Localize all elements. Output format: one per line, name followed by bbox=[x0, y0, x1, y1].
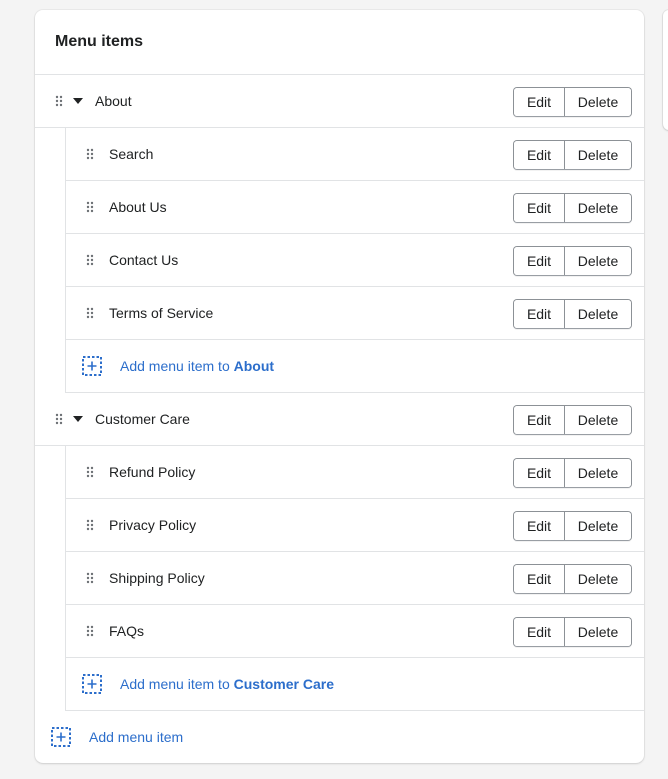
add-submenu-item-row[interactable]: Add menu item to About bbox=[66, 340, 644, 393]
card-header: Menu items bbox=[35, 10, 644, 75]
delete-button[interactable]: Delete bbox=[564, 406, 631, 434]
menu-item-label: Privacy Policy bbox=[109, 517, 197, 533]
delete-button[interactable]: Delete bbox=[564, 618, 631, 646]
submenu-item-row[interactable]: FAQs Edit Delete bbox=[66, 605, 644, 658]
submenu-item-row[interactable]: Contact Us Edit Delete bbox=[66, 234, 644, 287]
menu-item-label: Shipping Policy bbox=[109, 570, 205, 586]
edit-button[interactable]: Edit bbox=[514, 618, 564, 646]
add-submenu-item-row[interactable]: Add menu item to Customer Care bbox=[66, 658, 644, 711]
menu-group: Customer Care Edit Delete Refund Policy … bbox=[35, 393, 644, 711]
row-actions: Edit Delete bbox=[513, 246, 632, 276]
menu-item-label: FAQs bbox=[109, 623, 145, 639]
row-actions: Edit Delete bbox=[513, 299, 632, 329]
edit-button[interactable]: Edit bbox=[514, 88, 564, 116]
caret-down-icon[interactable] bbox=[69, 416, 87, 422]
menu-item-label: Terms of Service bbox=[109, 305, 214, 321]
drag-handle-icon[interactable] bbox=[80, 254, 100, 266]
drag-handle-icon[interactable] bbox=[80, 625, 100, 637]
delete-button[interactable]: Delete bbox=[564, 565, 631, 593]
delete-button[interactable]: Delete bbox=[564, 194, 631, 222]
menu-item-row[interactable]: About Edit Delete bbox=[35, 75, 644, 128]
add-menu-item-row[interactable]: Add menu item bbox=[35, 711, 644, 763]
add-link-target: Customer Care bbox=[233, 676, 334, 692]
menu-items-card: Menu items About Edit Delete Search Edit… bbox=[35, 10, 644, 763]
menu-item-label: About Us bbox=[109, 199, 167, 215]
delete-button[interactable]: Delete bbox=[564, 88, 631, 116]
row-actions: Edit Delete bbox=[513, 511, 632, 541]
row-actions: Edit Delete bbox=[513, 87, 632, 117]
menu-item-row[interactable]: Customer Care Edit Delete bbox=[35, 393, 644, 446]
row-actions: Edit Delete bbox=[513, 193, 632, 223]
delete-button[interactable]: Delete bbox=[564, 512, 631, 540]
add-link-target: About bbox=[233, 358, 275, 374]
add-submenu-item-link[interactable]: Add menu item to About bbox=[120, 358, 274, 374]
drag-handle-icon[interactable] bbox=[80, 201, 100, 213]
drag-handle-icon[interactable] bbox=[49, 95, 69, 107]
add-link-prefix: Add menu item to bbox=[120, 676, 234, 692]
row-actions: Edit Delete bbox=[513, 617, 632, 647]
add-link-prefix: Add menu item to bbox=[120, 358, 234, 374]
drag-handle-icon[interactable] bbox=[80, 519, 100, 531]
delete-button[interactable]: Delete bbox=[564, 247, 631, 275]
row-actions: Edit Delete bbox=[513, 458, 632, 488]
add-menu-item-link[interactable]: Add menu item bbox=[89, 729, 183, 745]
row-actions: Edit Delete bbox=[513, 564, 632, 594]
edit-button[interactable]: Edit bbox=[514, 512, 564, 540]
add-dashed-icon bbox=[51, 727, 71, 747]
delete-button[interactable]: Delete bbox=[564, 141, 631, 169]
row-actions: Edit Delete bbox=[513, 405, 632, 435]
add-dashed-icon bbox=[82, 674, 102, 694]
drag-handle-icon[interactable] bbox=[80, 148, 100, 160]
submenu-item-row[interactable]: Terms of Service Edit Delete bbox=[66, 287, 644, 340]
caret-down-icon[interactable] bbox=[69, 98, 87, 104]
add-submenu-item-link[interactable]: Add menu item to Customer Care bbox=[120, 676, 334, 692]
drag-handle-icon[interactable] bbox=[49, 413, 69, 425]
edit-button[interactable]: Edit bbox=[514, 141, 564, 169]
edit-button[interactable]: Edit bbox=[514, 459, 564, 487]
submenu-item-row[interactable]: Shipping Policy Edit Delete bbox=[66, 552, 644, 605]
menu-item-label: Refund Policy bbox=[109, 464, 196, 480]
submenu-item-row[interactable]: About Us Edit Delete bbox=[66, 181, 644, 234]
edit-button[interactable]: Edit bbox=[514, 194, 564, 222]
edit-button[interactable]: Edit bbox=[514, 406, 564, 434]
submenu-item-row[interactable]: Privacy Policy Edit Delete bbox=[66, 499, 644, 552]
delete-button[interactable]: Delete bbox=[564, 300, 631, 328]
submenu-items: Search Edit Delete About Us Edit Delete … bbox=[65, 128, 644, 393]
card-title: Menu items bbox=[55, 33, 144, 50]
menu-item-label: About bbox=[95, 93, 132, 109]
delete-button[interactable]: Delete bbox=[564, 459, 631, 487]
edit-button[interactable]: Edit bbox=[514, 565, 564, 593]
menu-item-label: Search bbox=[109, 146, 154, 162]
drag-handle-icon[interactable] bbox=[80, 307, 100, 319]
submenu-items: Refund Policy Edit Delete Privacy Policy… bbox=[65, 446, 644, 711]
submenu-item-row[interactable]: Search Edit Delete bbox=[66, 128, 644, 181]
menu-group: About Edit Delete Search Edit Delete Abo… bbox=[35, 75, 644, 393]
adjacent-card-edge bbox=[663, 10, 668, 130]
menu-item-label: Customer Care bbox=[95, 411, 190, 427]
add-dashed-icon bbox=[82, 356, 102, 376]
menu-item-label: Contact Us bbox=[109, 252, 179, 268]
edit-button[interactable]: Edit bbox=[514, 300, 564, 328]
menu-items-list: About Edit Delete Search Edit Delete Abo… bbox=[35, 75, 644, 711]
submenu-item-row[interactable]: Refund Policy Edit Delete bbox=[66, 446, 644, 499]
edit-button[interactable]: Edit bbox=[514, 247, 564, 275]
drag-handle-icon[interactable] bbox=[80, 466, 100, 478]
row-actions: Edit Delete bbox=[513, 140, 632, 170]
drag-handle-icon[interactable] bbox=[80, 572, 100, 584]
